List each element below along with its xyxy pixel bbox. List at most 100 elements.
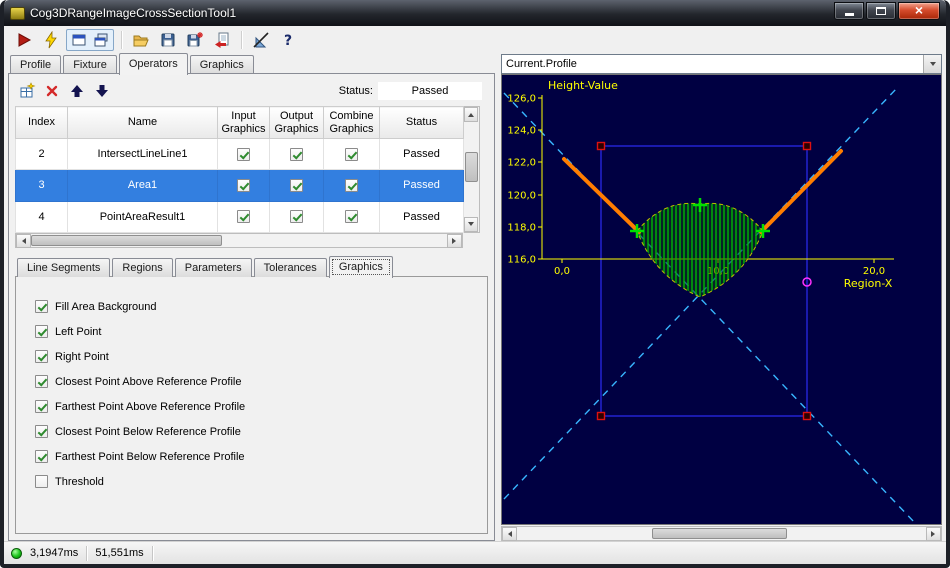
scroll-track[interactable] bbox=[31, 234, 447, 247]
profile-plot[interactable]: 126,0124,0122,0120,0118,0116,00,010,020,… bbox=[501, 74, 942, 525]
move-down-button[interactable] bbox=[92, 81, 112, 101]
tab-operators[interactable]: Operators bbox=[118, 53, 188, 75]
checkbox[interactable] bbox=[35, 475, 48, 488]
subtab-line-segments[interactable]: Line Segments bbox=[17, 258, 111, 277]
import-button[interactable] bbox=[210, 28, 234, 52]
table-row[interactable]: 2 IntersectLineLine1 Passed bbox=[15, 137, 464, 171]
close-button[interactable] bbox=[898, 2, 940, 20]
checkbox[interactable] bbox=[35, 350, 48, 363]
checkbox[interactable] bbox=[35, 300, 48, 313]
table-vertical-scrollbar[interactable] bbox=[464, 106, 480, 233]
save-button[interactable] bbox=[156, 28, 180, 52]
checkbox[interactable] bbox=[35, 400, 48, 413]
scroll-up-button[interactable] bbox=[464, 107, 478, 122]
option-threshold[interactable]: Threshold bbox=[35, 469, 487, 494]
output-graphics-checkbox[interactable] bbox=[290, 147, 303, 161]
table-row[interactable]: 3 Area1 Passed bbox=[15, 169, 464, 202]
scroll-left-button[interactable] bbox=[16, 234, 31, 248]
cell-input bbox=[217, 200, 270, 234]
plot-horizontal-scrollbar[interactable] bbox=[501, 526, 942, 541]
input-graphics-checkbox[interactable] bbox=[237, 147, 250, 161]
option-label: Left Point bbox=[55, 325, 102, 338]
scroll-thumb[interactable] bbox=[651, 528, 787, 539]
total-time: 51,551ms bbox=[95, 547, 144, 559]
input-graphics-checkbox[interactable] bbox=[237, 178, 250, 192]
scroll-right-button[interactable] bbox=[926, 527, 941, 541]
output-graphics-checkbox[interactable] bbox=[290, 210, 303, 224]
dropdown-button[interactable] bbox=[923, 55, 941, 73]
add-operator-button[interactable] bbox=[17, 81, 37, 101]
window-controls bbox=[834, 0, 940, 20]
x-tick-label: 0,0 bbox=[554, 266, 570, 277]
subtab-regions[interactable]: Regions bbox=[112, 258, 173, 277]
option-closest-below[interactable]: Closest Point Below Reference Profile bbox=[35, 419, 487, 444]
save-as-button[interactable] bbox=[183, 28, 207, 52]
scroll-left-button[interactable] bbox=[502, 527, 517, 541]
checkbox[interactable] bbox=[35, 425, 48, 438]
cell-combine bbox=[323, 137, 380, 171]
profile-selector[interactable]: Current.Profile bbox=[501, 54, 942, 74]
combine-graphics-checkbox[interactable] bbox=[345, 147, 358, 161]
scroll-right-button[interactable] bbox=[447, 234, 462, 248]
checkbox[interactable] bbox=[35, 375, 48, 388]
maximize-button[interactable] bbox=[866, 2, 896, 20]
option-farthest-above[interactable]: Farthest Point Above Reference Profile bbox=[35, 394, 487, 419]
help-button[interactable]: ? bbox=[276, 28, 300, 52]
auto-run-button[interactable] bbox=[39, 28, 63, 52]
col-index: Index bbox=[15, 106, 68, 139]
table-horizontal-scrollbar[interactable] bbox=[15, 233, 463, 248]
option-fill-area-background[interactable]: Fill Area Background bbox=[35, 294, 487, 319]
add-operator-icon bbox=[20, 82, 36, 98]
output-graphics-checkbox[interactable] bbox=[290, 178, 303, 192]
scroll-down-button[interactable] bbox=[464, 217, 478, 232]
scroll-thumb[interactable] bbox=[465, 152, 478, 183]
minimize-button[interactable] bbox=[834, 2, 864, 20]
checkbox[interactable] bbox=[35, 325, 48, 338]
tab-fixture[interactable]: Fixture bbox=[63, 55, 117, 74]
profile-selector-value: Current.Profile bbox=[506, 58, 577, 70]
scroll-track[interactable] bbox=[517, 527, 926, 540]
run-button[interactable] bbox=[12, 28, 36, 52]
open-icon bbox=[133, 35, 149, 47]
app-icon bbox=[10, 6, 25, 20]
import-icon bbox=[215, 32, 229, 48]
operators-page: Status: Passed Index Name Input Graphics… bbox=[8, 73, 495, 541]
move-down-icon bbox=[96, 85, 108, 97]
subtab-parameters[interactable]: Parameters bbox=[174, 258, 252, 277]
option-label: Closest Point Below Reference Profile bbox=[55, 425, 241, 438]
scroll-thumb[interactable] bbox=[31, 235, 223, 246]
delete-operator-button[interactable] bbox=[42, 81, 62, 101]
statusbar-separator bbox=[151, 545, 153, 561]
y-tick-label: 122,0 bbox=[507, 158, 536, 169]
save-icon bbox=[161, 33, 175, 47]
table-row[interactable]: 4 PointAreaResult1 Passed bbox=[15, 200, 464, 234]
open-button[interactable] bbox=[129, 28, 153, 52]
option-left-point[interactable]: Left Point bbox=[35, 319, 487, 344]
option-farthest-below[interactable]: Farthest Point Below Reference Profile bbox=[35, 444, 487, 469]
tab-graphics[interactable]: Graphics bbox=[189, 55, 254, 74]
y-axis-title: Height-Value bbox=[548, 79, 618, 92]
float-display-button[interactable] bbox=[90, 30, 112, 50]
statusbar-separator bbox=[86, 545, 88, 561]
option-right-point[interactable]: Right Point bbox=[35, 344, 487, 369]
subtab-tolerances[interactable]: Tolerances bbox=[253, 258, 327, 277]
arrow-right-icon bbox=[452, 238, 459, 244]
combine-graphics-checkbox[interactable] bbox=[345, 210, 358, 224]
option-closest-above[interactable]: Closest Point Above Reference Profile bbox=[35, 369, 487, 394]
profile-plot-svg: 126,0124,0122,0120,0118,0116,00,010,020,… bbox=[503, 79, 917, 524]
cell-name: Area1 bbox=[67, 169, 218, 202]
angle-tool-button[interactable] bbox=[249, 28, 273, 52]
minimize-icon bbox=[844, 12, 854, 16]
input-graphics-checkbox[interactable] bbox=[237, 210, 250, 224]
subtab-graphics[interactable]: Graphics bbox=[328, 256, 393, 278]
help-icon: ? bbox=[284, 33, 292, 49]
checkbox[interactable] bbox=[35, 450, 48, 463]
auto-run-icon bbox=[45, 31, 57, 49]
tab-profile[interactable]: Profile bbox=[10, 55, 62, 74]
x-tick-label: 20,0 bbox=[863, 266, 885, 277]
move-up-button[interactable] bbox=[67, 81, 87, 101]
profile-segment bbox=[759, 149, 843, 234]
scroll-track[interactable] bbox=[464, 122, 479, 217]
combine-graphics-checkbox[interactable] bbox=[345, 178, 358, 192]
display-toggle-button[interactable] bbox=[68, 30, 90, 50]
